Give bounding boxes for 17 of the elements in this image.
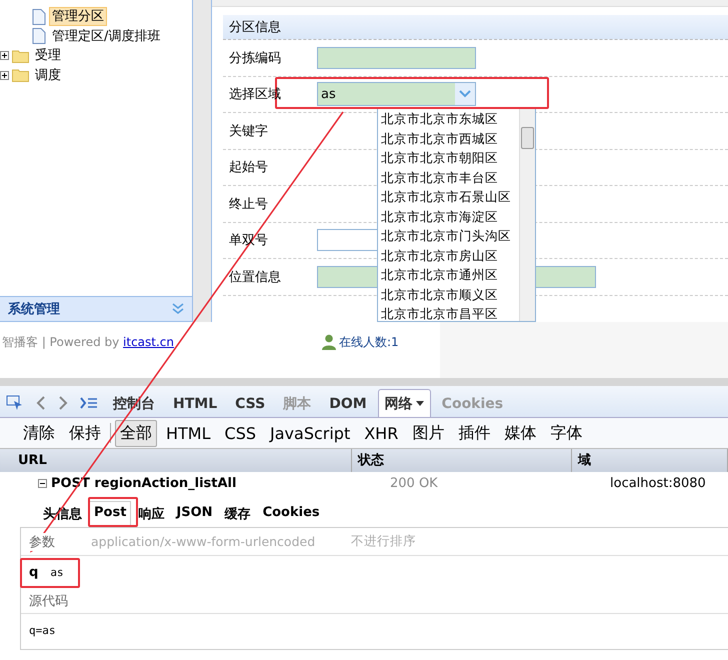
- field-label: 位置信息: [228, 268, 282, 286]
- source-heading: 源代码: [29, 592, 68, 610]
- status-cell-text: 200 OK: [390, 476, 439, 491]
- content-type: application/x-www-form-urlencoded: [91, 534, 316, 549]
- domain-cell-text: localhost:8080: [610, 476, 707, 491]
- section-header: 分区信息: [223, 15, 728, 40]
- field-label: 起始号: [228, 159, 269, 176]
- online-count: 在线人数:1: [339, 334, 399, 351]
- param-value: as: [50, 566, 64, 578]
- param-name: q: [29, 564, 38, 580]
- field-label: 终止号: [228, 196, 269, 213]
- footer-text: 智播客 | Powered by itcast.cn: [2, 334, 176, 351]
- accordion-title: 系统管理: [8, 300, 60, 318]
- field-label: 分拣编码: [228, 50, 282, 67]
- field-label: 关键字: [228, 122, 269, 140]
- params-heading: 参数: [29, 532, 55, 550]
- source-text: q=as: [28, 623, 56, 637]
